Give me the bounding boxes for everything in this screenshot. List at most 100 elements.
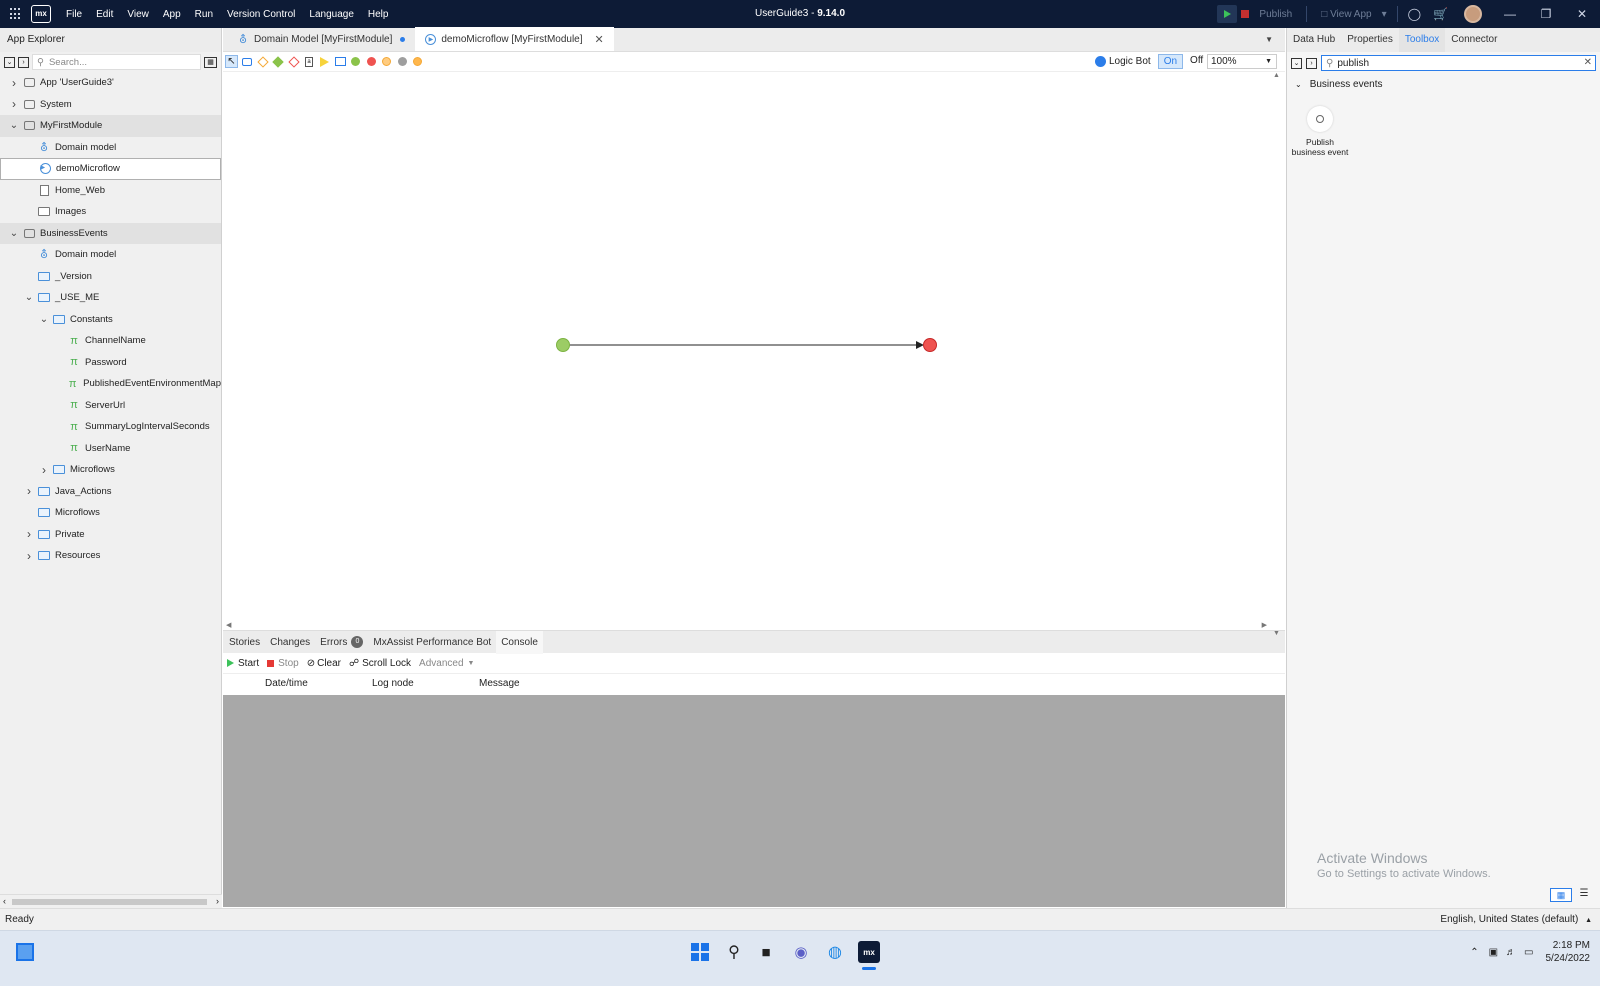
menu-run[interactable]: Run xyxy=(195,9,213,20)
menu-help[interactable]: Help xyxy=(368,9,389,20)
menu-view[interactable]: View xyxy=(127,9,149,20)
category-business-events[interactable]: ⌄ Business events xyxy=(1287,74,1600,94)
scroll-right-icon[interactable]: › xyxy=(216,896,219,906)
tree-item[interactable]: ⛢ Domain model xyxy=(0,244,221,266)
close-window-icon[interactable]: ✕ xyxy=(1564,7,1600,21)
tab-toolbox[interactable]: Toolbox xyxy=(1398,28,1446,52)
chevron-down-icon[interactable]: ⌄ xyxy=(38,314,50,325)
continue-event-tool-icon[interactable] xyxy=(396,55,409,68)
logic-bot-on-button[interactable]: On xyxy=(1157,54,1184,69)
grid-view-icon[interactable]: ▦ xyxy=(1550,888,1572,902)
menu-version-control[interactable]: Version Control xyxy=(227,9,295,20)
tab-stories[interactable]: Stories xyxy=(224,631,265,654)
user-avatar[interactable] xyxy=(1464,5,1482,23)
tree-item[interactable]: _Version xyxy=(0,266,221,288)
scroll-left-icon[interactable]: ◀ xyxy=(226,621,231,629)
scroll-thumb[interactable] xyxy=(12,899,207,905)
view-app-dropdown-icon[interactable]: ▾ xyxy=(1382,9,1387,20)
zoom-select[interactable]: 100% ▼ xyxy=(1207,54,1277,69)
tree-item[interactable]: π UserName xyxy=(0,438,221,460)
close-tab-icon[interactable]: ✕ xyxy=(595,33,604,46)
app-grid-icon[interactable] xyxy=(10,8,22,20)
toolbox-search-input[interactable]: ⚲ publish ✕ xyxy=(1321,55,1596,71)
tree-item[interactable]: › Private xyxy=(0,524,221,546)
column-message[interactable]: Message xyxy=(479,678,520,689)
file-explorer-icon[interactable]: ■ xyxy=(755,941,777,963)
system-clock[interactable]: 2:18 PM 5/24/2022 xyxy=(1546,939,1591,965)
chevron-right-icon[interactable]: › xyxy=(38,463,50,477)
advanced-dropdown[interactable]: Advanced ▼ xyxy=(419,658,474,669)
tab-domain-model[interactable]: ⛢ Domain Model [MyFirstModule] xyxy=(227,27,415,51)
stop-button[interactable] xyxy=(1241,10,1250,18)
list-view-icon[interactable]: ☰ xyxy=(1576,888,1592,902)
battery-icon[interactable]: ▭ xyxy=(1524,947,1533,958)
collapse-all-icon[interactable]: ⌄ xyxy=(4,56,15,68)
break-event-tool-icon[interactable] xyxy=(411,55,424,68)
chevron-down-icon[interactable]: ⌄ xyxy=(8,228,20,239)
tab-properties[interactable]: Properties xyxy=(1341,28,1399,52)
tree-item[interactable]: Images xyxy=(0,201,221,223)
mendix-studio-taskbar-icon[interactable]: mx xyxy=(858,941,880,963)
app-explorer-hscrollbar[interactable]: ‹ › xyxy=(0,894,222,908)
app-explorer-search-input[interactable]: ⚲ Search... xyxy=(32,54,201,70)
menu-app[interactable]: App xyxy=(163,9,181,20)
parameter-tool-icon[interactable] xyxy=(318,55,331,68)
tab-connector[interactable]: Connector xyxy=(1445,28,1503,52)
end-event-tool-icon[interactable] xyxy=(365,55,378,68)
scroll-left-icon[interactable]: ‹ xyxy=(3,896,6,906)
layout-icon[interactable]: ▦ xyxy=(204,56,217,68)
scroll-lock-button[interactable]: ☍ Scroll Lock xyxy=(349,658,411,669)
scroll-right-icon[interactable]: ▶ xyxy=(1262,621,1267,629)
scroll-up-icon[interactable]: ▲ xyxy=(1273,72,1280,79)
chevron-down-icon[interactable]: ⌄ xyxy=(23,292,35,303)
network-icon[interactable]: ▣ xyxy=(1489,947,1498,958)
run-button[interactable] xyxy=(1217,5,1238,23)
chevron-right-icon[interactable]: › xyxy=(8,76,20,90)
chevron-right-icon[interactable]: › xyxy=(8,97,20,111)
expand-all-icon[interactable]: › xyxy=(1306,57,1317,69)
canvas-hscrollbar[interactable]: ◀ ▶ xyxy=(223,617,1273,629)
annotation-tool-icon[interactable]: a xyxy=(303,55,316,68)
app-explorer-title[interactable]: App Explorer xyxy=(0,28,221,52)
tree-item[interactable]: Home_Web xyxy=(0,180,221,202)
tab-demo-microflow[interactable]: ▶ demoMicroflow [MyFirstModule] ✕ xyxy=(415,27,614,51)
column-log-node[interactable]: Log node xyxy=(372,678,414,689)
tree-item[interactable]: π SummaryLogIntervalSeconds xyxy=(0,416,221,438)
console-log-area[interactable] xyxy=(223,695,1285,907)
tree-item[interactable]: π Password xyxy=(0,352,221,374)
tabs-dropdown-icon[interactable]: ▼ xyxy=(1265,35,1273,44)
restore-icon[interactable]: ❐ xyxy=(1528,7,1564,21)
chevron-right-icon[interactable]: › xyxy=(23,549,35,563)
loop-tool-icon[interactable] xyxy=(334,55,347,68)
publish-business-event-tool[interactable]: Publish business event xyxy=(1289,106,1351,157)
minimize-icon[interactable]: — xyxy=(1492,7,1528,21)
tree-item[interactable]: › System xyxy=(0,94,221,116)
expand-all-icon[interactable]: › xyxy=(18,56,29,68)
pointer-tool-icon[interactable]: ↖ xyxy=(225,55,238,68)
marketplace-cart-icon[interactable]: 🛒 xyxy=(1433,7,1448,21)
tree-item[interactable]: ⛢ Domain model xyxy=(0,137,221,159)
merge-tool-icon[interactable] xyxy=(287,55,300,68)
tree-item[interactable]: › Microflows xyxy=(0,459,221,481)
start-event-tool-icon[interactable] xyxy=(349,55,362,68)
tree-item[interactable]: ⌄ _USE_ME xyxy=(0,287,221,309)
edge-browser-icon[interactable]: ◍ xyxy=(824,941,846,963)
menu-edit[interactable]: Edit xyxy=(96,9,113,20)
clear-button[interactable]: ⊘ Clear xyxy=(307,658,341,669)
tree-item[interactable]: ⌄ MyFirstModule xyxy=(0,115,221,137)
start-event[interactable] xyxy=(556,338,570,352)
chevron-right-icon[interactable]: › xyxy=(23,484,35,498)
stop-button[interactable]: Stop xyxy=(267,658,299,669)
menu-language[interactable]: Language xyxy=(309,9,354,20)
feedback-icon[interactable]: ◯ xyxy=(1408,7,1421,21)
language-selector[interactable]: English, United States (default) ▲ xyxy=(1440,914,1592,925)
decision-tool-icon[interactable] xyxy=(256,55,269,68)
scroll-down-icon[interactable]: ▼ xyxy=(1273,630,1280,637)
widgets-icon[interactable] xyxy=(14,941,36,963)
collapse-all-icon[interactable]: ⌄ xyxy=(1291,57,1302,69)
tree-item[interactable]: π ServerUrl xyxy=(0,395,221,417)
tree-item[interactable]: π ChannelName xyxy=(0,330,221,352)
microflow-canvas[interactable]: ▲ ▼ ◀ ▶ xyxy=(223,72,1285,637)
start-button[interactable]: Start xyxy=(227,658,259,669)
tree-item[interactable]: ⌄ BusinessEvents xyxy=(0,222,221,244)
